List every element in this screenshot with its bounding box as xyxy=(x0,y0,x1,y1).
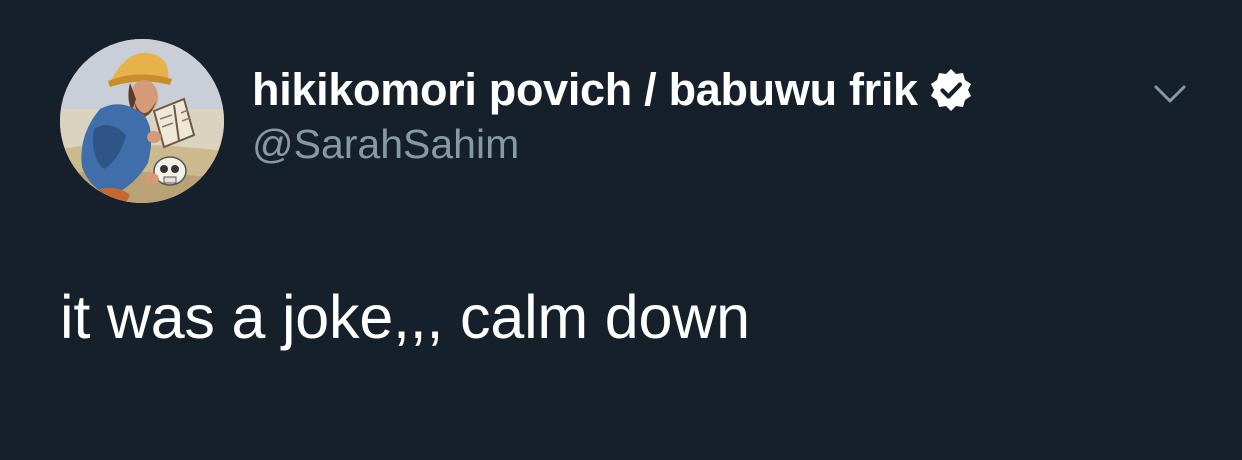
avatar[interactable] xyxy=(60,39,224,203)
avatar-illustration xyxy=(60,39,224,203)
tweet-card: hikikomori povich / babuwu frik @SarahSa… xyxy=(0,0,1242,460)
verified-badge-icon xyxy=(928,67,974,113)
author-name-row: hikikomori povich / babuwu frik xyxy=(252,62,974,118)
handle[interactable]: @SarahSahim xyxy=(252,121,519,168)
chevron-down-icon[interactable] xyxy=(1150,78,1190,108)
display-name[interactable]: hikikomori povich / babuwu frik xyxy=(252,64,918,116)
tweet-text: it was a joke,,, calm down xyxy=(60,283,750,351)
